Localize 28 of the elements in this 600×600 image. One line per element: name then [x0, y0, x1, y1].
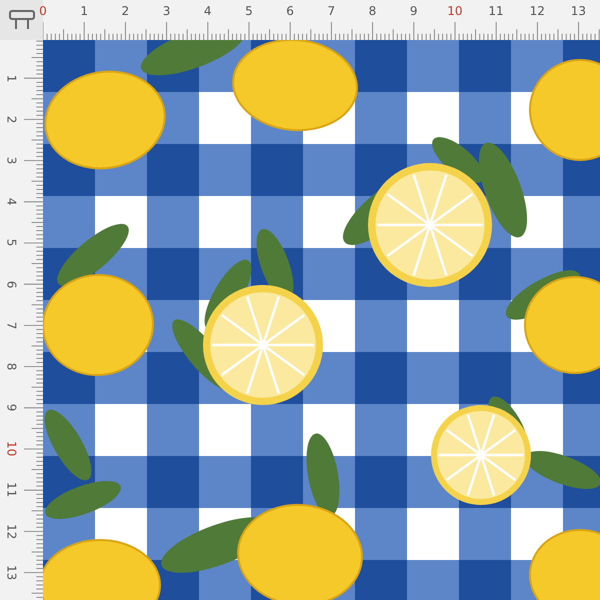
ruler-number: 3 — [4, 156, 20, 166]
ruler-number: 12 — [528, 3, 546, 20]
ruler-number: 2 — [120, 3, 130, 20]
ruler-number: 1 — [4, 73, 20, 84]
ruler-number: 6 — [285, 3, 295, 20]
ruler-number: 13 — [4, 564, 20, 582]
ruler-number: 4 — [202, 3, 213, 20]
ruler-number: 8 — [4, 362, 20, 372]
ruler-number: 13 — [570, 3, 588, 20]
ruler-number: 11 — [4, 481, 20, 500]
ruler-number: 2 — [4, 114, 20, 126]
ruler-number: 0 — [38, 3, 48, 20]
ruler-number: 12 — [4, 522, 20, 541]
ruler-number: 3 — [162, 3, 172, 20]
ruler-number: 9 — [408, 3, 418, 20]
ruler-number: 7 — [4, 320, 20, 332]
ruler-number: 4 — [4, 196, 20, 208]
ruler-number: 6 — [4, 279, 20, 290]
ruler-number: 11 — [487, 3, 505, 20]
clip-icon — [8, 8, 36, 32]
ruler-number: 8 — [368, 3, 378, 20]
ruler-number: 7 — [326, 3, 336, 20]
ruler-number: 10 — [446, 3, 464, 20]
ruler-number: 5 — [244, 3, 254, 20]
ruler-number: 1 — [79, 3, 89, 20]
ruler-number: 9 — [4, 402, 20, 414]
ruler-number: 10 — [4, 440, 20, 459]
ruler-number: 5 — [4, 238, 20, 249]
